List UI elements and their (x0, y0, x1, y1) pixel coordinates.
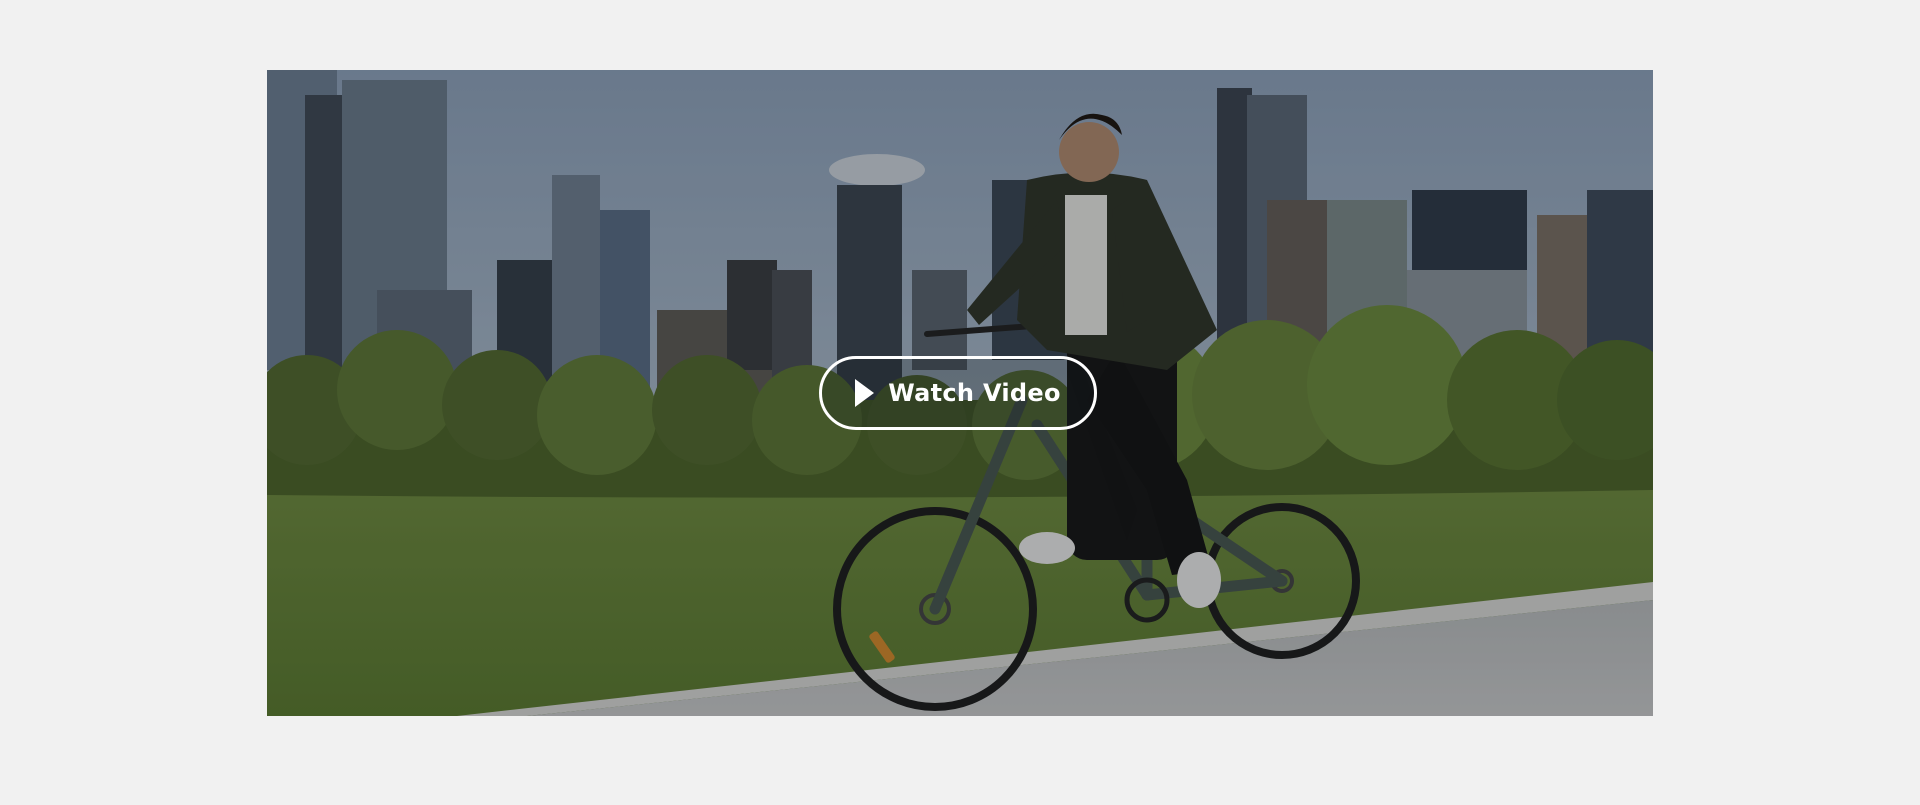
watch-video-label: Watch Video (888, 379, 1061, 407)
play-icon (855, 379, 875, 407)
watch-video-button[interactable]: Watch Video (819, 356, 1097, 430)
video-hero[interactable]: Watch Video (267, 70, 1653, 716)
